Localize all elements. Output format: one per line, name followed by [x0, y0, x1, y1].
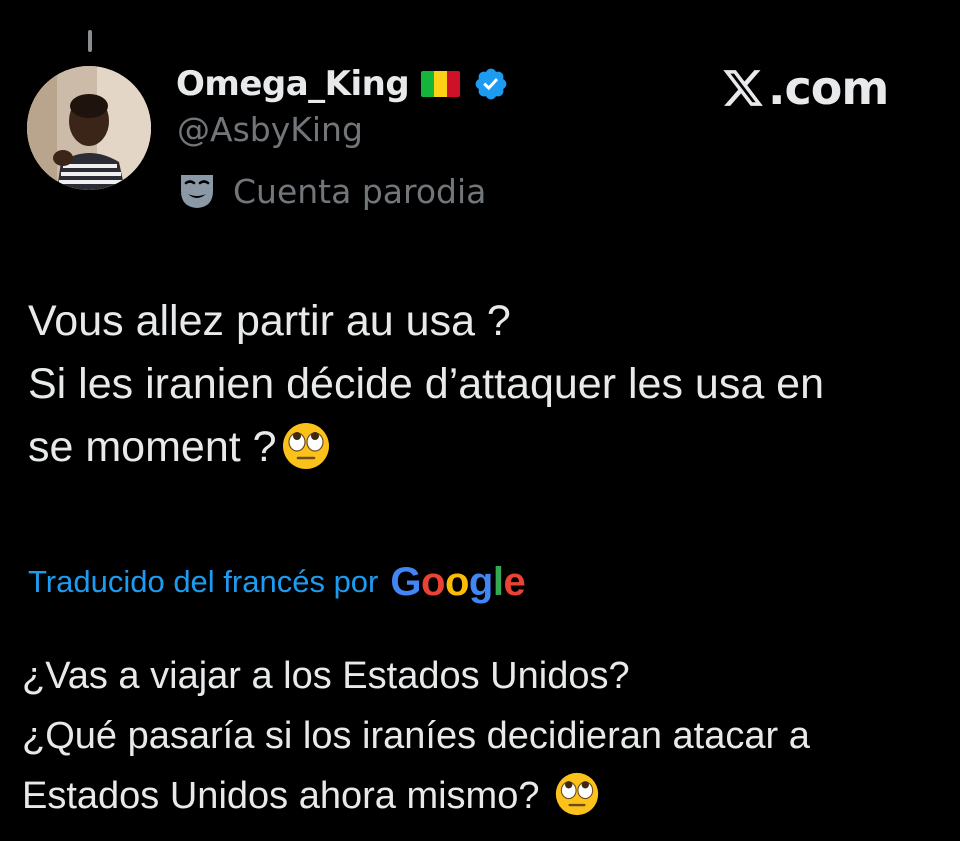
tweet-line: Vous allez partir au usa ?: [28, 297, 511, 345]
thread-connector-line: [88, 30, 92, 52]
translated-text: ¿Vas a viajar a los Estados Unidos? ¿Qué…: [22, 646, 942, 826]
parody-account-label: Cuenta parodia: [177, 166, 486, 216]
flag-stripe-red: [447, 71, 461, 97]
google-logo-letter: o: [421, 559, 445, 604]
translated-line-last: Estados Unidos ahora mismo?: [22, 766, 942, 826]
rolling-eyes-emoji-icon: [282, 422, 329, 469]
google-logo-letter: e: [503, 559, 526, 604]
x-com-watermark: .com: [720, 58, 910, 118]
translation-attribution[interactable]: Traducido del francés por Google: [28, 554, 526, 610]
translation-label[interactable]: Traducido del francés por: [28, 564, 378, 600]
rolling-eyes-emoji-icon: [555, 772, 599, 816]
brand-domain-text: .com: [768, 61, 889, 115]
tweet-line-last: se moment ?: [28, 416, 928, 479]
display-name[interactable]: Omega_King: [176, 64, 410, 104]
mali-flag-icon: [421, 71, 461, 97]
verified-badge-icon[interactable]: [473, 66, 509, 102]
avatar[interactable]: [27, 66, 151, 190]
tweet-line-text: se moment ?: [28, 423, 277, 471]
google-logo-letter: l: [492, 559, 504, 604]
google-logo-letter: o: [444, 559, 469, 604]
translated-line-text: Estados Unidos ahora mismo?: [22, 775, 540, 817]
x-logo-icon: [723, 70, 763, 106]
flag-stripe-green: [421, 71, 435, 97]
translated-line: ¿Vas a viajar a los Estados Unidos?: [22, 655, 630, 697]
account-type-label: Cuenta parodia: [233, 171, 487, 211]
google-logo: Google: [390, 560, 525, 605]
google-logo-letter: G: [390, 559, 421, 604]
tweet-line: Si les iranien décide d’attaquer les usa…: [28, 360, 825, 408]
parody-mask-icon: [181, 175, 213, 208]
flag-stripe-yellow: [434, 71, 448, 97]
tweet-text: Vous allez partir au usa ? Si les iranie…: [28, 290, 928, 479]
author-name-row[interactable]: Omega_King: [176, 60, 509, 108]
author-handle[interactable]: @AsbyKing: [177, 110, 363, 149]
google-logo-letter: g: [468, 559, 493, 604]
translated-line: ¿Qué pasaría si los iraníes decidieran a…: [22, 715, 810, 757]
profile-photo-icon: [27, 66, 151, 190]
